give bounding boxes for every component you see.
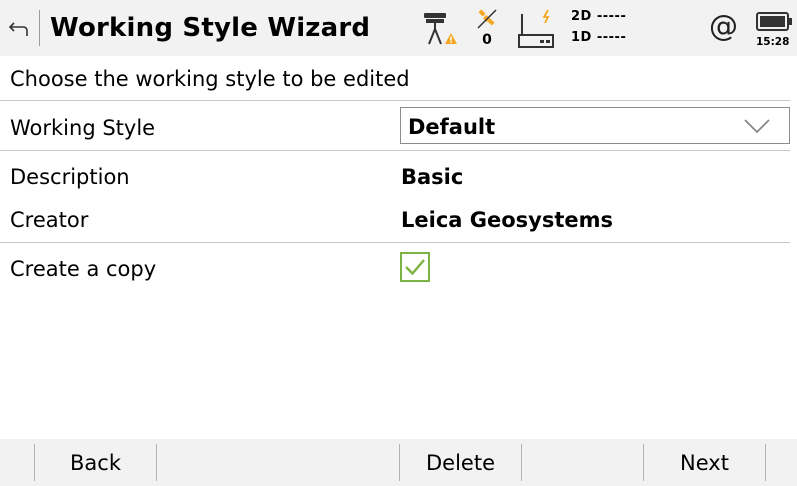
create-copy-checkbox[interactable] [400,252,430,282]
divider [0,150,790,151]
description-label: Description [10,165,130,189]
gnss-antenna-warning-icon[interactable] [420,8,458,48]
header-separator [39,10,40,46]
page-title: Working Style Wizard [50,13,371,43]
header-bar: Working Style Wizard 0 2D ----- 1D -----… [0,0,797,56]
satellite-icon[interactable] [476,8,498,30]
position-2d-status: 2D ----- [571,9,627,24]
checkmark-icon [405,259,425,276]
working-style-dropdown[interactable]: Default [400,107,790,144]
chevron-down-icon [744,119,770,134]
back-button-footer[interactable]: Back [35,439,156,486]
create-copy-label: Create a copy [10,257,157,281]
footer-separator [521,444,522,481]
at-icon[interactable]: @ [709,9,738,43]
satellite-count: 0 [482,32,492,48]
back-button[interactable] [6,10,36,46]
footer-bar: Back Delete Next [0,439,797,486]
divider [0,242,790,243]
creator-label: Creator [10,208,89,232]
description-value: Basic [401,165,464,189]
next-button[interactable]: Next [644,439,765,486]
working-style-label: Working Style [10,116,156,140]
radio-link-icon[interactable] [517,8,557,50]
position-1d-status: 1D ----- [571,30,627,45]
divider [0,100,790,101]
footer-separator [765,444,766,481]
creator-value: Leica Geosystems [401,208,614,232]
footer-separator [156,444,157,481]
back-arrow-icon [8,22,28,36]
delete-button[interactable]: Delete [400,439,521,486]
clock-time: 15:28 [756,36,790,48]
battery-icon[interactable] [756,11,794,33]
instruction-prompt: Choose the working style to be edited [10,67,410,91]
working-style-value: Default [408,115,496,139]
